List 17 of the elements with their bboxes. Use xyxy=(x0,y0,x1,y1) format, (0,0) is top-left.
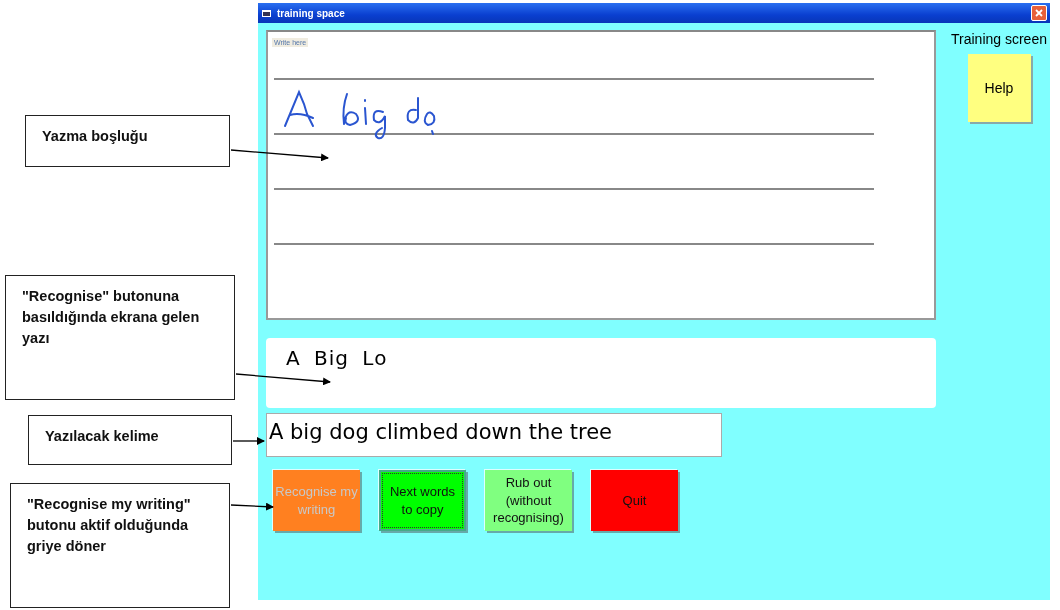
action-button[interactable]: Rub out (without recognising) xyxy=(485,470,572,531)
recognised-text: A Big Lo xyxy=(286,346,388,370)
annotation-arrow xyxy=(230,502,274,511)
window-title: training space xyxy=(277,7,346,19)
annotation-arrow xyxy=(232,437,265,445)
callout-text: Yazma boşluğu xyxy=(42,128,148,144)
action-button[interactable]: Next words to copy xyxy=(379,470,466,531)
screen-title: Training screen xyxy=(951,30,1047,49)
callout-text: Yazılacak kelime xyxy=(45,428,159,444)
callout-text: "Recognise" butonuna basıldığında ekrana gelen yazı xyxy=(22,288,200,347)
help-button[interactable]: Help xyxy=(967,54,1031,123)
close-button[interactable] xyxy=(1031,5,1047,21)
close-icon xyxy=(1034,8,1044,18)
window-icon xyxy=(262,8,272,18)
callout-text: "Recognise my writing" butonu aktif olduğunda griye döner xyxy=(27,496,191,555)
target-text-field[interactable]: A big dog climbed down the tree xyxy=(266,413,722,457)
action-button[interactable]: Quit xyxy=(591,470,678,531)
